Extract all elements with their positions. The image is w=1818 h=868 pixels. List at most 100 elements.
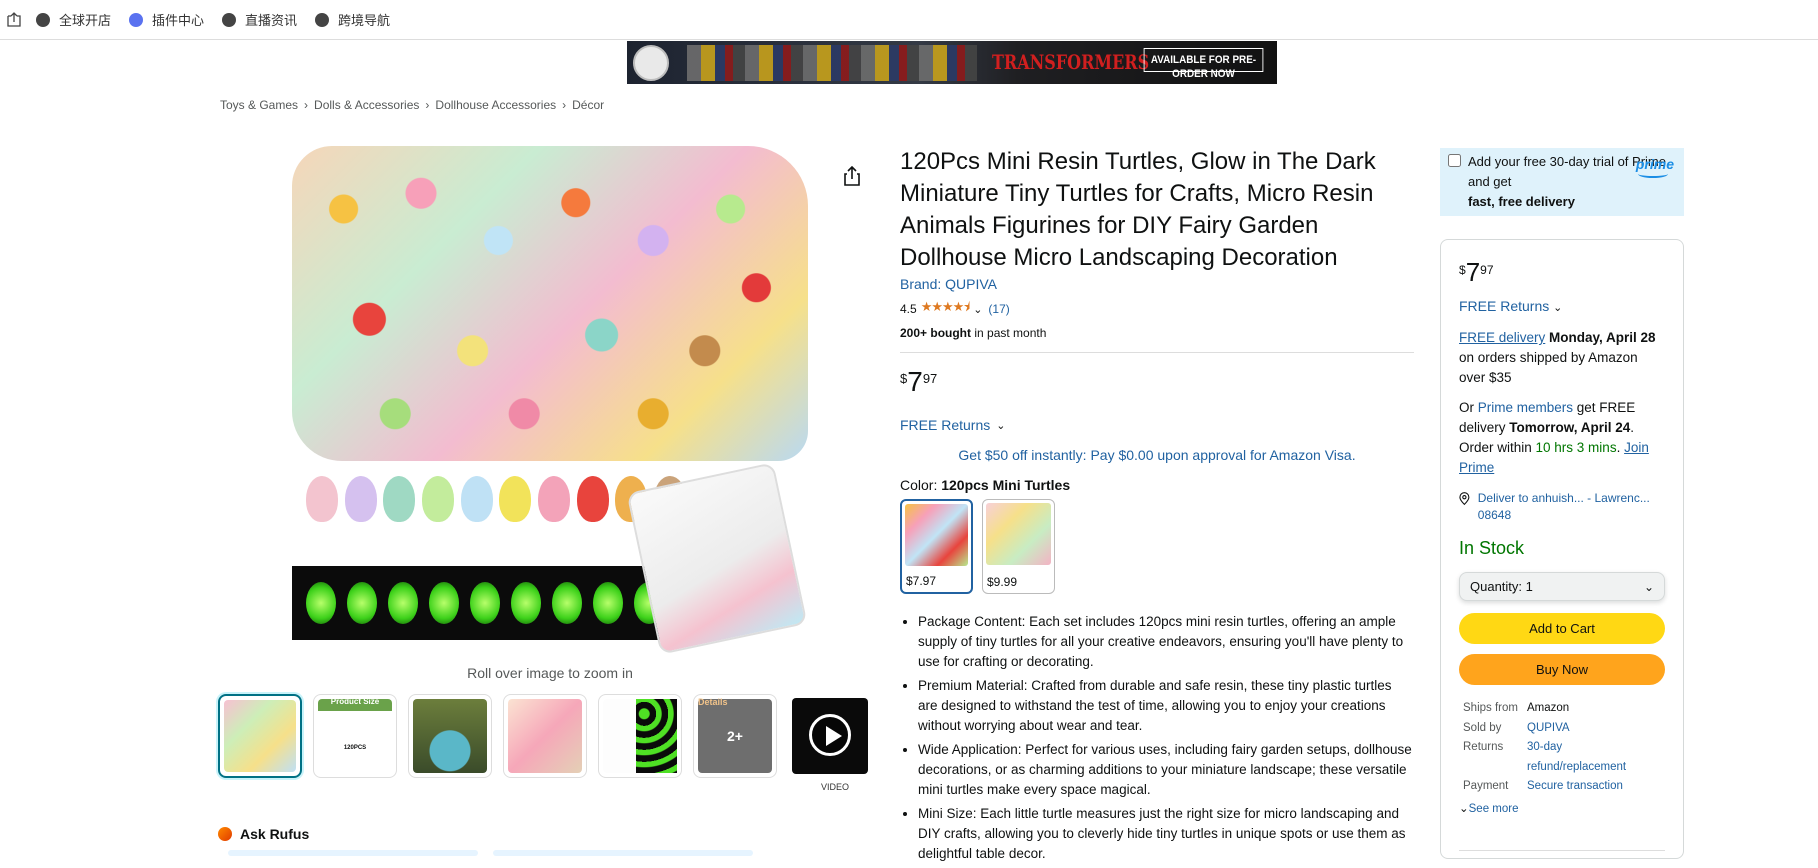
toolbar-item-label: 直播资讯	[245, 13, 298, 28]
prime-countdown: 10 hrs 3 mins	[1535, 440, 1617, 455]
main-product-image[interactable]	[292, 146, 808, 654]
zoom-hint: Roll over image to zoom in	[467, 665, 633, 681]
breadcrumb: Toys & Games › Dolls & Accessories › Dol…	[220, 98, 604, 112]
color-label-text: Color:	[900, 477, 942, 493]
stock-status: In Stock	[1459, 538, 1525, 558]
toolbar-item-cross-border-nav[interactable]: 跨境导航	[315, 10, 390, 29]
buybox-price: $ 7 97	[1459, 258, 1665, 286]
secure-transaction-link[interactable]: Secure transaction	[1527, 777, 1623, 797]
buybox-free-returns[interactable]: FREE Returns ⌄	[1459, 296, 1665, 318]
breadcrumb-decor[interactable]: Décor	[572, 98, 604, 112]
plugin-icon	[129, 12, 144, 27]
breadcrumb-dolls-accessories[interactable]: Dolls & Accessories	[314, 98, 419, 112]
toolbar-item-plugin-center[interactable]: 插件中心	[129, 10, 204, 29]
extension-toolbar: 全球开店 插件中心 直播资讯 跨境导航	[0, 0, 1818, 40]
see-more-link[interactable]: ⌄See more	[1459, 799, 1665, 819]
rufus-suggestion-1[interactable]	[228, 850, 478, 856]
globe-icon	[315, 12, 330, 27]
globe-icon	[222, 12, 237, 27]
thumbnail-1[interactable]	[218, 694, 302, 778]
breadcrumb-toys-games[interactable]: Toys & Games	[220, 98, 298, 112]
bought-rest: in past month	[971, 326, 1047, 340]
prime-members-link[interactable]: Prime members	[1478, 400, 1573, 415]
price-whole: 7	[907, 366, 923, 397]
star-rating-icon[interactable]: ★★★★⯨	[921, 298, 971, 320]
breadcrumb-separator: ›	[562, 98, 567, 112]
rating-value: 4.5	[900, 302, 917, 316]
thumbnail-glow[interactable]	[598, 694, 682, 778]
thumbnail-product-size[interactable]: Product Size 120PCS	[313, 694, 397, 778]
buy-now-button[interactable]: Buy Now	[1459, 654, 1665, 685]
brand-link[interactable]: Brand: QUPIVA	[900, 276, 1414, 292]
returns-policy-link[interactable]: 30-day refund/replacement	[1527, 738, 1637, 777]
free-returns-label: FREE Returns	[1459, 298, 1550, 314]
delivery-info: FREE delivery Monday, April 28 on orders…	[1459, 328, 1665, 388]
deliver-to-link[interactable]: Deliver to anhuish... - Lawrenc... 08648	[1459, 490, 1665, 524]
detail-key: Returns	[1463, 741, 1504, 753]
turtle-pile-image	[292, 146, 808, 461]
seller-details: Ships from Amazon Sold by QUPIVA Returns 30…	[1459, 699, 1665, 797]
swatch-alt[interactable]: $9.99	[982, 499, 1055, 594]
feature-bullet: Premium Material: Crafted from durable a…	[918, 676, 1414, 736]
thumbnail-video[interactable]	[788, 694, 872, 778]
swatch-120pcs[interactable]: $7.97	[900, 499, 973, 594]
add-to-cart-button[interactable]: Add to Cart	[1459, 613, 1665, 644]
visa-offer-link[interactable]: Get $50 off instantly: Pay $0.00 upon ap…	[900, 447, 1414, 463]
detail-row-returns: Returns 30-day refund/replacement	[1459, 738, 1665, 777]
feature-bullet: Wide Application: Perfect for various us…	[918, 740, 1414, 800]
chevron-down-icon: ⌄	[1643, 579, 1654, 594]
toolbar-item-label: 插件中心	[152, 13, 205, 28]
thumbnail-garden[interactable]	[408, 694, 492, 778]
detail-row-payment: Payment Secure transaction	[1459, 777, 1665, 797]
share-window-icon[interactable]	[6, 11, 22, 28]
rating-row: 4.5 ★★★★⯨ ⌄ (17)	[900, 298, 1414, 320]
swatch-price: $7.97	[906, 574, 937, 588]
quantity-select[interactable]: Quantity: 1 ⌄	[1459, 572, 1665, 601]
thumbnail-label: Product Size	[330, 697, 380, 706]
prime-trial-checkbox[interactable]	[1448, 154, 1461, 167]
detail-row-ships-from: Ships from Amazon	[1459, 699, 1665, 719]
bought-count: 200+ bought in past month	[900, 326, 1414, 353]
chevron-down-icon[interactable]: ⌄	[973, 303, 982, 316]
prime-delivery-info: Or Prime members get FREE delivery Tomor…	[1459, 400, 1649, 475]
breadcrumb-dollhouse-accessories[interactable]: Dollhouse Accessories	[435, 98, 556, 112]
detail-key: Sold by	[1463, 721, 1502, 734]
prime-trial-box: Add your free 30-day trial of Prime and …	[1440, 148, 1684, 216]
swatch-image	[905, 504, 968, 566]
prime-logo: prime	[1635, 156, 1674, 178]
quantity-label: Quantity:	[1470, 578, 1523, 594]
product-info: 120Pcs Mini Resin Turtles, Glow in The D…	[900, 146, 1414, 868]
chevron-down-icon: ⌄	[1553, 302, 1563, 314]
see-more-label: See more	[1468, 802, 1519, 815]
free-returns-label: FREE Returns	[900, 417, 991, 433]
ask-rufus[interactable]: Ask Rufus	[218, 826, 753, 856]
free-delivery-link[interactable]: FREE delivery	[1459, 330, 1545, 345]
share-icon[interactable]	[843, 166, 861, 186]
toolbar-item-global-store[interactable]: 全球开店	[36, 10, 111, 29]
play-icon	[809, 714, 851, 756]
seller-link[interactable]: QUPIVA	[1527, 719, 1570, 739]
detail-value: Amazon	[1527, 702, 1570, 714]
color-value: 120pcs Mini Turtles	[941, 477, 1071, 493]
detail-key: Ships from	[1463, 702, 1518, 714]
thumbnail-hand[interactable]	[503, 694, 587, 778]
location-pin-icon	[1459, 492, 1470, 506]
product-price: $ 7 97	[900, 367, 1414, 397]
rufus-icon	[218, 827, 232, 841]
free-returns-link[interactable]: FREE Returns ⌄	[900, 417, 1414, 433]
toolbar-item-live-news[interactable]: 直播资讯	[222, 10, 297, 29]
price-symbol: $	[900, 371, 908, 386]
thumbnail-more[interactable]: Details 2+	[693, 694, 777, 778]
price-fraction: 97	[922, 371, 938, 386]
rating-count-link[interactable]: (17)	[988, 302, 1009, 316]
chevron-down-icon: ⌄	[1459, 802, 1469, 815]
prime-trial-bold: fast, free delivery	[1468, 194, 1575, 209]
ad-banner[interactable]: TRANSFORMERS AVAILABLE FOR PRE-ORDER NOW	[627, 41, 1277, 84]
nfl-logo	[633, 45, 669, 81]
deliver-to-text: Deliver to anhuish... - Lawrenc... 08648	[1477, 491, 1650, 522]
banner-brand: TRANSFORMERS	[992, 50, 1150, 74]
price-whole: 7	[1465, 257, 1481, 287]
detail-row-sold-by: Sold by QUPIVA	[1459, 719, 1665, 739]
more-images-count: 2+	[727, 728, 743, 744]
rufus-suggestion-2[interactable]	[493, 850, 753, 856]
